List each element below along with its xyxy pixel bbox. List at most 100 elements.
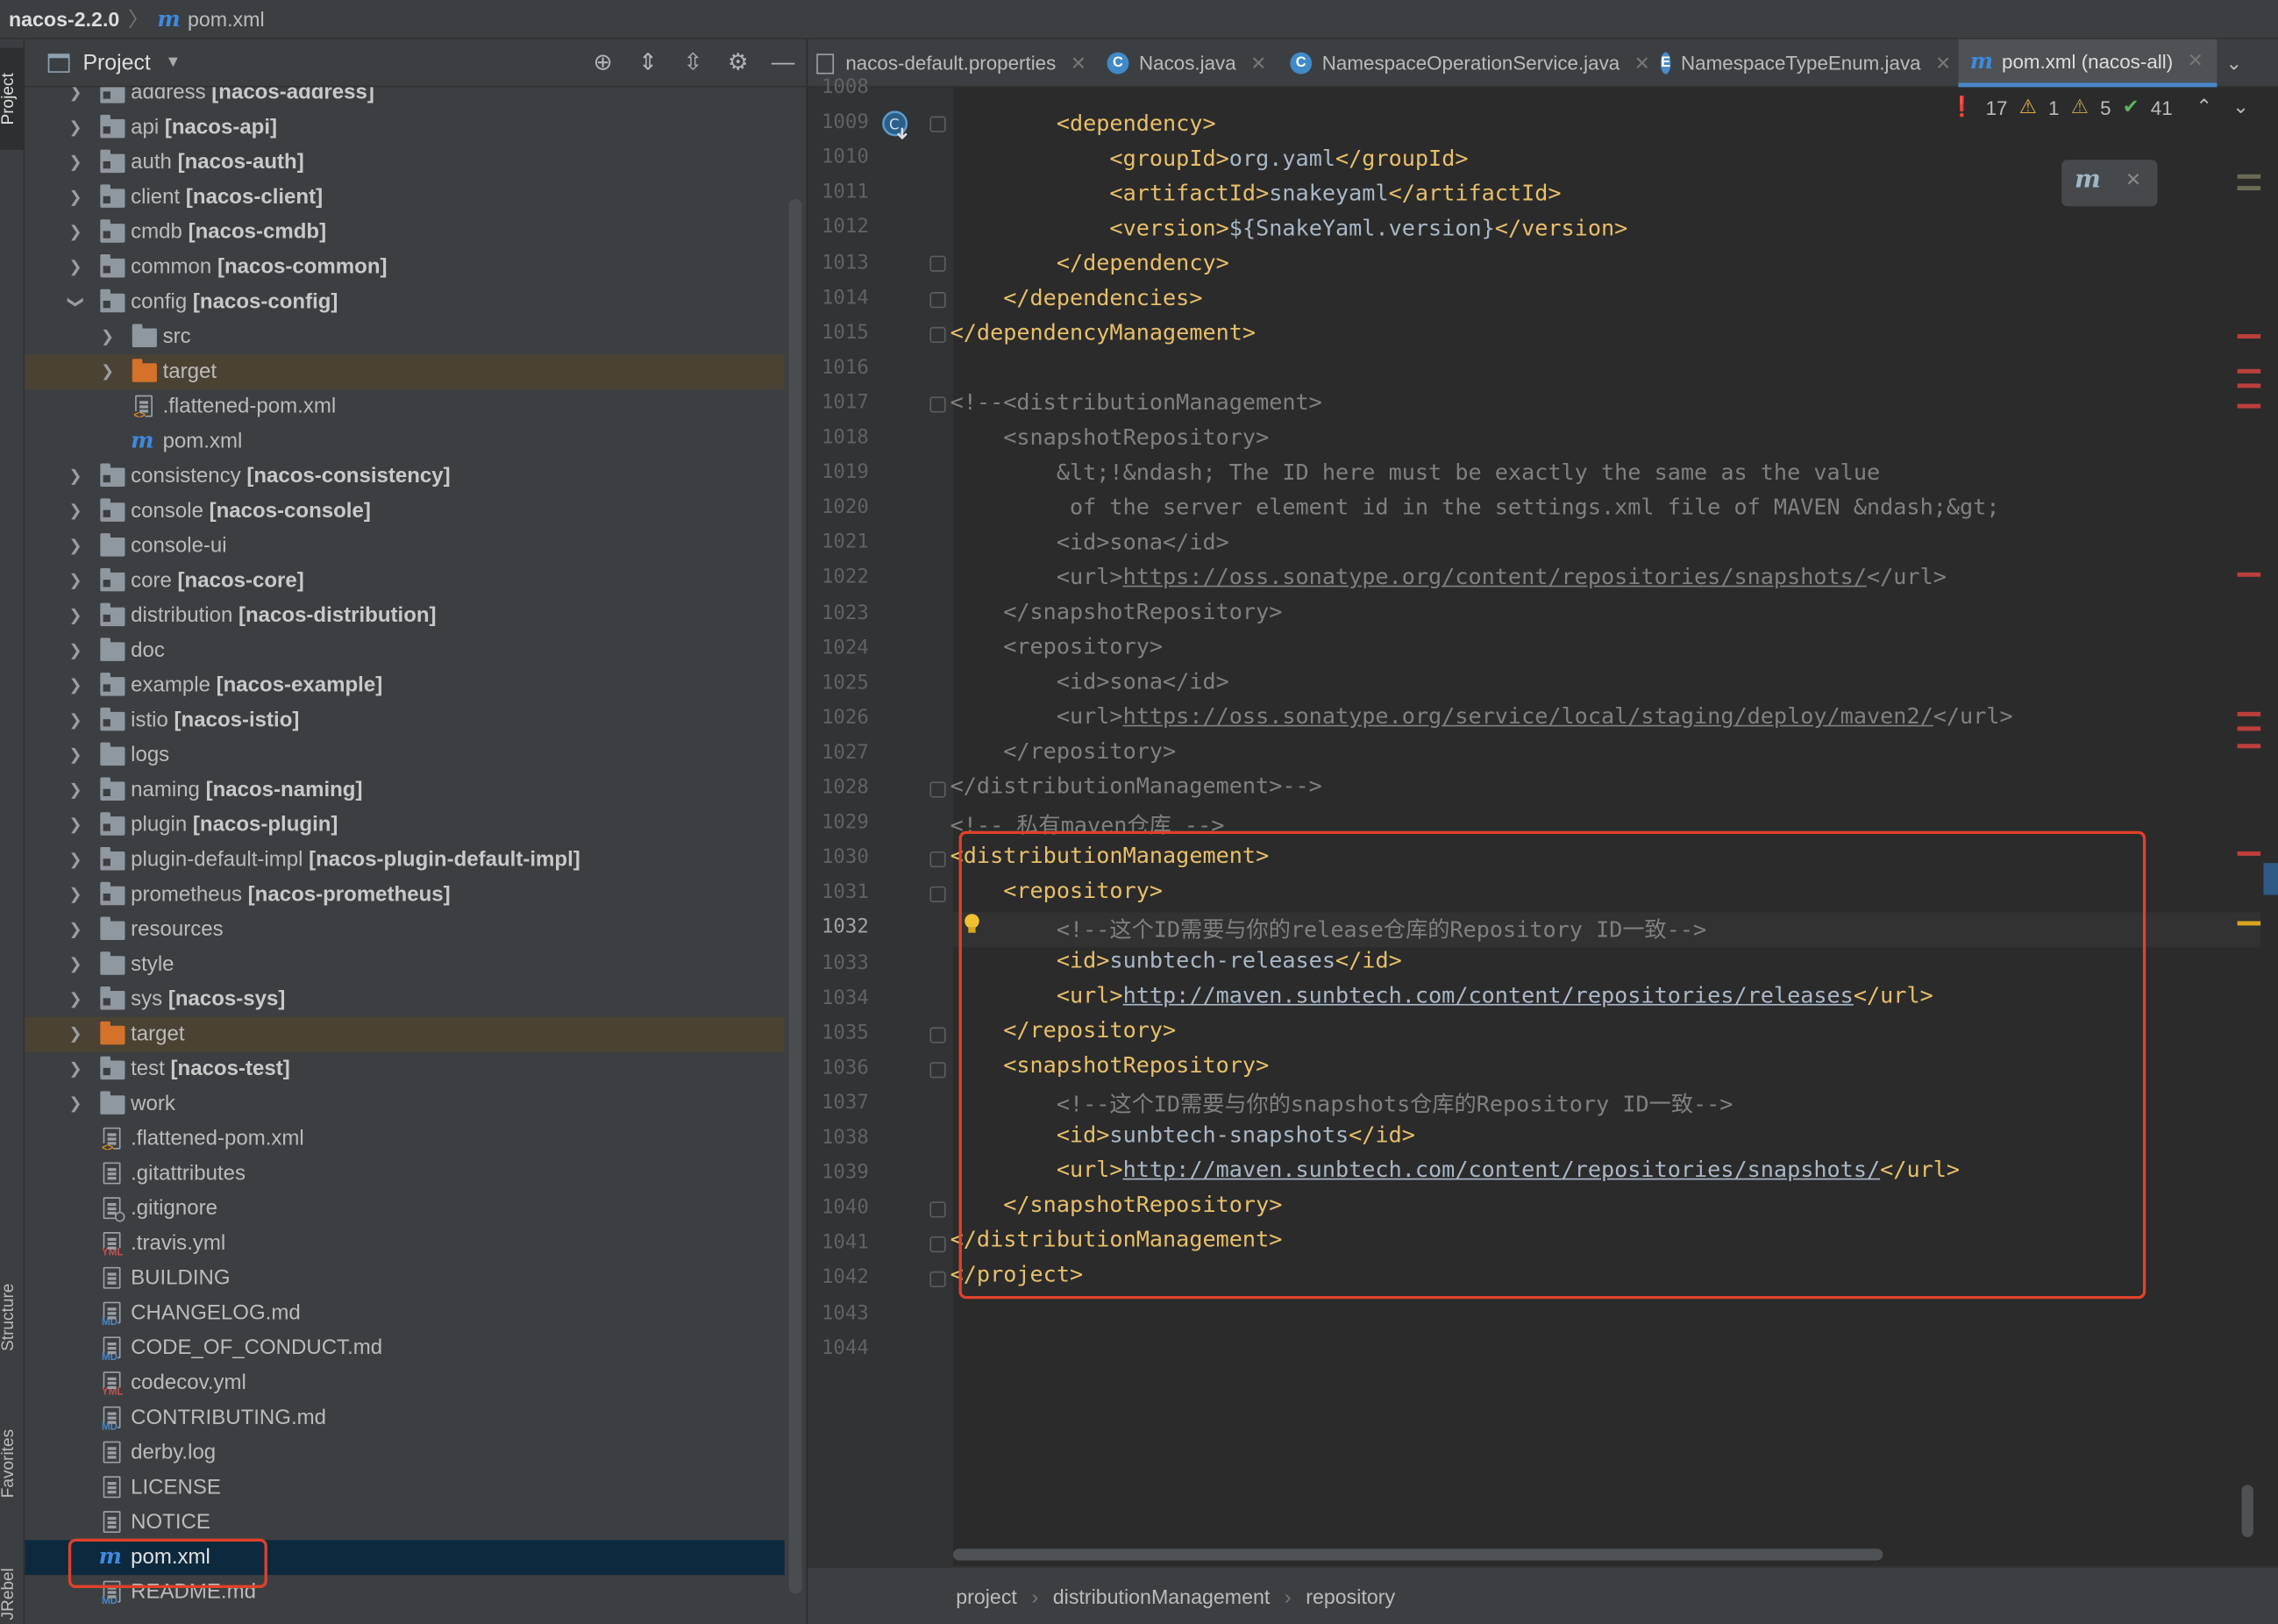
tree-item-logs[interactable]: ❯ logs bbox=[25, 738, 785, 773]
tree-item-address[interactable]: ❯ address [nacos-address] bbox=[25, 87, 785, 110]
tree-item-target-root[interactable]: ❯ target bbox=[25, 1016, 785, 1052]
line-number[interactable]: 1017 bbox=[808, 391, 869, 415]
line-number[interactable]: 1016 bbox=[808, 356, 869, 380]
line-number[interactable]: 1028 bbox=[808, 776, 869, 800]
line-number[interactable]: 1019 bbox=[808, 460, 869, 484]
line-number[interactable]: 1022 bbox=[808, 566, 869, 589]
chevron-right-icon[interactable]: ❯ bbox=[68, 957, 83, 972]
inspection-widget[interactable]: ❗ 17 ⚠ 1 ⚠ 5 ✔ 41 ⌃ ⌄ bbox=[1949, 96, 2248, 119]
tree-item-doc[interactable]: ❯ doc bbox=[25, 633, 785, 668]
tree-item-contributing[interactable]: MD CONTRIBUTING.md bbox=[25, 1400, 785, 1435]
chevron-right-icon[interactable]: ❯ bbox=[100, 329, 115, 345]
chevron-right-icon[interactable]: ❯ bbox=[68, 747, 83, 763]
line-number[interactable]: 1036 bbox=[808, 1056, 869, 1079]
fold-marker-icon[interactable] bbox=[929, 116, 946, 132]
tree-item-plugin-default-impl[interactable]: ❯ plugin-default-impl [nacos-plugin-defa… bbox=[25, 843, 785, 878]
chevron-right-icon[interactable]: ❯ bbox=[68, 782, 83, 798]
project-scrollbar[interactable] bbox=[788, 198, 802, 1594]
stripe-mark[interactable] bbox=[2237, 851, 2261, 856]
line-number[interactable]: 1018 bbox=[808, 425, 869, 449]
tree-item-console[interactable]: ❯ console [nacos-console] bbox=[25, 494, 785, 529]
chevron-right-icon[interactable]: ❯ bbox=[68, 468, 83, 484]
tree-item-gitattributes[interactable]: .gitattributes bbox=[25, 1157, 785, 1192]
line-number[interactable]: 1023 bbox=[808, 601, 869, 624]
line-number[interactable]: 1011 bbox=[808, 181, 869, 204]
expand-all-icon[interactable]: ⇕ bbox=[632, 48, 664, 80]
code-link[interactable]: https://oss.sonatype.org/service/local/s… bbox=[1123, 703, 1933, 730]
tree-item-flattened-pom[interactable]: <> .flattened-pom.xml bbox=[25, 389, 785, 424]
line-number[interactable]: 1030 bbox=[808, 846, 869, 870]
hide-panel-icon[interactable]: — bbox=[767, 48, 799, 80]
chevron-right-icon[interactable]: ❯ bbox=[68, 678, 83, 694]
tree-item-resources[interactable]: ❯ resources bbox=[25, 913, 785, 948]
locate-file-icon[interactable]: ⊕ bbox=[587, 48, 618, 80]
chevron-right-icon[interactable]: ❯ bbox=[68, 852, 83, 868]
line-number[interactable]: 1041 bbox=[808, 1231, 869, 1255]
tree-item-travis[interactable]: YML .travis.yml bbox=[25, 1226, 785, 1261]
chevron-right-icon[interactable]: ❯ bbox=[68, 713, 83, 729]
tree-item-sys[interactable]: ❯ sys [nacos-sys] bbox=[25, 982, 785, 1017]
chevron-right-icon[interactable]: ❯ bbox=[68, 260, 83, 275]
fold-marker-icon[interactable] bbox=[929, 1271, 946, 1288]
tree-item-plugin[interactable]: ❯ plugin [nacos-plugin] bbox=[25, 808, 785, 843]
stripe-mark[interactable] bbox=[2237, 334, 2261, 339]
editor-vertical-scrollbar[interactable] bbox=[2241, 1485, 2253, 1538]
structure-tool-tab[interactable]: Structure bbox=[0, 1260, 25, 1377]
stripe-mark[interactable] bbox=[2237, 711, 2261, 716]
tree-item-flattened-pom-root[interactable]: <> .flattened-pom.xml bbox=[25, 1122, 785, 1157]
fold-marker-icon[interactable] bbox=[929, 1026, 946, 1043]
stripe-mark[interactable] bbox=[2237, 383, 2261, 388]
tree-item-src[interactable]: ❯ src bbox=[25, 320, 785, 355]
fold-marker-icon[interactable] bbox=[929, 887, 946, 903]
chevron-right-icon[interactable]: ❯ bbox=[68, 538, 83, 554]
line-number[interactable]: 1031 bbox=[808, 881, 869, 905]
tree-item-codecov[interactable]: YML codecov.yml bbox=[25, 1365, 785, 1400]
close-icon[interactable]: ✕ bbox=[2188, 49, 2203, 73]
tree-item-building[interactable]: BUILDING bbox=[25, 1261, 785, 1296]
jrebel-tool-tab[interactable]: JRebel bbox=[0, 1550, 25, 1624]
tree-item-cmdb[interactable]: ❯ cmdb [nacos-cmdb] bbox=[25, 215, 785, 250]
chevron-right-icon[interactable]: ❯ bbox=[68, 87, 83, 101]
close-icon[interactable]: ✕ bbox=[1071, 52, 1086, 75]
line-number[interactable]: 1014 bbox=[808, 286, 869, 310]
fold-marker-icon[interactable] bbox=[929, 781, 946, 798]
next-highlight-icon[interactable]: ⌄ bbox=[2232, 96, 2249, 119]
tree-item-consistency[interactable]: ❯ consistency [nacos-consistency] bbox=[25, 459, 785, 495]
title-file-name[interactable]: pom.xml bbox=[188, 7, 265, 31]
tree-item-style[interactable]: ❯ style bbox=[25, 947, 785, 982]
tree-item-naming[interactable]: ❯ naming [nacos-naming] bbox=[25, 773, 785, 808]
fold-marker-icon[interactable] bbox=[929, 256, 946, 273]
line-number[interactable]: 1013 bbox=[808, 251, 869, 274]
chevron-down-icon[interactable]: ❯ bbox=[67, 295, 84, 310]
tabs-overflow-chevron-icon[interactable]: ⌄ bbox=[2225, 39, 2254, 88]
line-number[interactable]: 1039 bbox=[808, 1161, 869, 1185]
chevron-right-icon[interactable]: ❯ bbox=[68, 887, 83, 903]
chevron-right-icon[interactable]: ❯ bbox=[68, 189, 83, 205]
tab-namespace-type-enum[interactable]: E NamespaceTypeEnum.java ✕ bbox=[1660, 39, 1951, 88]
chevron-right-icon[interactable]: ❯ bbox=[68, 1061, 83, 1077]
line-number[interactable]: 1040 bbox=[808, 1196, 869, 1220]
favorites-tool-tab[interactable]: Favorites bbox=[0, 1405, 25, 1521]
collapse-all-icon[interactable]: ⇳ bbox=[677, 48, 708, 80]
line-number[interactable]: 1025 bbox=[808, 671, 869, 694]
tree-item-code-of-conduct[interactable]: MD CODE_OF_CONDUCT.md bbox=[25, 1331, 785, 1366]
line-number[interactable]: 1015 bbox=[808, 321, 869, 345]
line-number[interactable]: 1043 bbox=[808, 1301, 869, 1325]
tree-item-core[interactable]: ❯ core [nacos-core] bbox=[25, 564, 785, 599]
line-number[interactable]: 1024 bbox=[808, 636, 869, 659]
tree-item-notice[interactable]: NOTICE bbox=[25, 1506, 785, 1541]
stripe-mark[interactable] bbox=[2237, 726, 2261, 731]
editor-horizontal-scrollbar[interactable] bbox=[952, 1549, 1883, 1561]
maven-reload-icon[interactable]: m bbox=[2075, 166, 2101, 195]
tree-item-test[interactable]: ❯ test [nacos-test] bbox=[25, 1052, 785, 1087]
line-number[interactable]: 1010 bbox=[808, 146, 869, 169]
tree-item-console-ui[interactable]: ❯ console-ui bbox=[25, 529, 785, 564]
breadcrumb-item[interactable]: repository bbox=[1306, 1585, 1395, 1608]
stripe-mark[interactable] bbox=[2237, 921, 2261, 926]
project-tool-tab[interactable]: Project bbox=[0, 47, 25, 150]
tree-item-config[interactable]: ❯ config [nacos-config] bbox=[25, 285, 785, 320]
fold-marker-icon[interactable] bbox=[929, 291, 946, 308]
tree-item-pom-config[interactable]: m pom.xml bbox=[25, 424, 785, 459]
line-number[interactable]: 1020 bbox=[808, 495, 869, 519]
line-number[interactable]: 1044 bbox=[808, 1336, 869, 1360]
